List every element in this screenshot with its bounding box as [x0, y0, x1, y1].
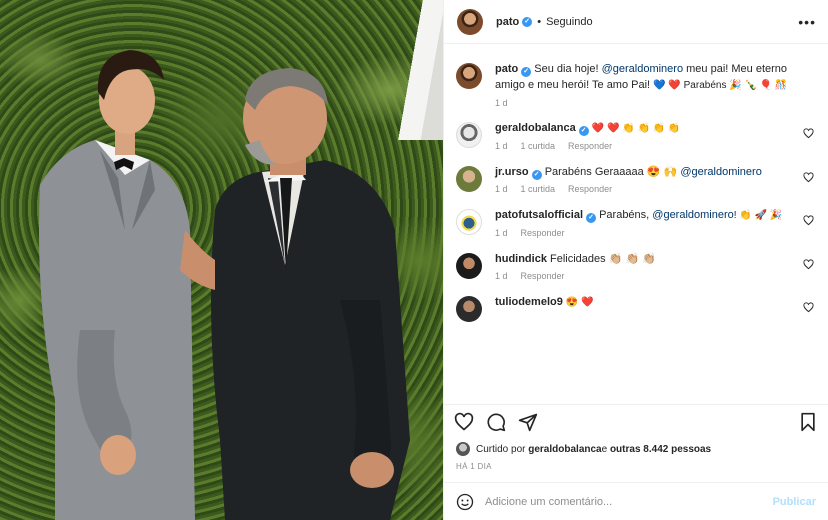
- comment-text: geraldobalanca ✓ ❤️ ❤️ 👏 👏 👏 👏: [495, 120, 798, 137]
- post-photo[interactable]: [0, 0, 443, 520]
- liked-by-prefix: Curtido por: [476, 443, 526, 455]
- caption-text: pato ✓ Seu dia hoje! @geraldominero meu p…: [495, 61, 798, 94]
- comment-text: jr.urso ✓ Parabéns Geraaaaa 😍 🙌 @geraldom…: [495, 164, 798, 180]
- photo-people: [39, 50, 410, 520]
- emoji-smiley-icon[interactable]: [456, 493, 474, 511]
- comment-time[interactable]: 1 d: [495, 228, 508, 238]
- comment-likes[interactable]: 1 curtida: [521, 141, 556, 151]
- verified-badge-icon: ✓: [586, 213, 597, 223]
- comment-row: jr.urso ✓ Parabéns Geraaaaa 😍 🙌 @geraldom…: [456, 164, 816, 194]
- comment-time[interactable]: 1 d: [495, 271, 508, 281]
- post-timestamp[interactable]: HÁ 1 DIA: [444, 460, 828, 482]
- comment-text: hudindick Felicidades 👏🏼 👏🏼 👏🏼: [495, 251, 798, 267]
- post-action-bar: [444, 404, 828, 438]
- verified-badge-icon: ✓: [521, 67, 532, 77]
- like-heart-icon[interactable]: [454, 412, 474, 432]
- liked-by-user[interactable]: geraldobalanca: [528, 444, 601, 455]
- comment-body-end: ! 👏 🚀 🎉: [733, 210, 783, 221]
- comment-body: Parabéns Geraaaaa 😍 🙌: [544, 166, 681, 178]
- save-bookmark-icon[interactable]: [798, 412, 818, 432]
- commenter-avatar[interactable]: [456, 296, 482, 322]
- verified-badge-icon: ✓: [522, 16, 533, 27]
- comment-username[interactable]: hudindick: [495, 253, 547, 265]
- caption-emojis: 💙 ❤️ Parabéns 🎉 🍾 🎈 🎊: [653, 80, 788, 91]
- comment-likes[interactable]: 1 curtida: [521, 184, 556, 194]
- comment-body: Felicidades 👏🏼 👏🏼 👏🏼: [550, 253, 656, 265]
- comment-row: tuliodemelo9 😍 ❤️: [456, 294, 816, 322]
- comment-reply-button[interactable]: Responder: [521, 228, 565, 238]
- comment-reply-button[interactable]: Responder: [568, 141, 612, 151]
- comment-row: geraldobalanca ✓ ❤️ ❤️ 👏 👏 👏 👏 1 d 1 curt…: [456, 120, 816, 151]
- comment-text: patofutsalofficial ✓ Parabéns, @geraldomi…: [495, 207, 798, 224]
- comment-bubble-icon[interactable]: [486, 412, 506, 432]
- like-comment-heart-icon[interactable]: [803, 128, 814, 139]
- caption-part-1: Seu dia hoje!: [534, 63, 602, 75]
- following-button[interactable]: Seguindo: [546, 16, 593, 28]
- author-username[interactable]: pato: [496, 16, 519, 28]
- liked-by-middle: e: [601, 443, 608, 455]
- comment-input[interactable]: Adicione um comentário...: [485, 496, 773, 508]
- add-comment-bar: Adicione um comentário... Publicar: [444, 482, 828, 520]
- author-avatar[interactable]: [457, 8, 483, 35]
- caption-row: pato ✓ Seu dia hoje! @geraldominero meu p…: [456, 61, 816, 108]
- verified-badge-icon: ✓: [531, 170, 542, 180]
- comment-body: 😍 ❤️: [565, 297, 594, 308]
- comments-list[interactable]: pato ✓ Seu dia hoje! @geraldominero meu p…: [444, 44, 828, 404]
- comment-mention-link[interactable]: @geraldominero: [680, 166, 762, 178]
- comment-reply-button[interactable]: Responder: [521, 271, 565, 281]
- share-paper-plane-icon[interactable]: [518, 412, 538, 432]
- more-options-icon[interactable]: •••: [798, 14, 816, 30]
- caption-time[interactable]: 1 d: [495, 98, 508, 108]
- publish-button[interactable]: Publicar: [773, 496, 816, 508]
- liked-by-others[interactable]: outras 8.442 pessoas: [610, 444, 711, 455]
- commenter-avatar[interactable]: [456, 253, 482, 279]
- liker-avatar[interactable]: [456, 442, 470, 456]
- comment-row: patofutsalofficial ✓ Parabéns, @geraldomi…: [456, 207, 816, 238]
- header-separator: •: [537, 15, 542, 28]
- comment-username[interactable]: jr.urso: [495, 166, 529, 178]
- like-comment-heart-icon[interactable]: [803, 172, 814, 183]
- comment-text: tuliodemelo9 😍 ❤️: [495, 294, 798, 311]
- liked-by-summary: Curtido por geraldobalanca e outras 8.44…: [444, 438, 828, 460]
- instagram-post-modal: pato ✓ • Seguindo ••• pato ✓ Seu dia hoje…: [0, 0, 828, 520]
- comment-time[interactable]: 1 d: [495, 184, 508, 194]
- caption-username[interactable]: pato: [495, 63, 518, 75]
- like-comment-heart-icon[interactable]: [803, 215, 814, 226]
- caption-author-avatar[interactable]: [456, 63, 482, 89]
- caption-mention-link[interactable]: @geraldominero: [602, 63, 684, 75]
- post-side-panel: pato ✓ • Seguindo ••• pato ✓ Seu dia hoje…: [443, 0, 828, 520]
- comment-reply-button[interactable]: Responder: [568, 184, 612, 194]
- comment-username[interactable]: tuliodemelo9: [495, 296, 563, 308]
- verified-badge-icon: ✓: [578, 126, 589, 136]
- comment-time[interactable]: 1 d: [495, 141, 508, 151]
- comment-mention-link[interactable]: @geraldominero: [652, 209, 734, 221]
- comment-body: Parabéns,: [599, 209, 653, 221]
- like-comment-heart-icon[interactable]: [803, 259, 814, 270]
- commenter-avatar[interactable]: [456, 166, 482, 192]
- commenter-avatar[interactable]: [456, 209, 482, 235]
- like-comment-heart-icon[interactable]: [803, 302, 814, 313]
- commenter-avatar[interactable]: [456, 122, 482, 148]
- comment-username[interactable]: patofutsalofficial: [495, 209, 583, 221]
- comment-body: ❤️ ❤️ 👏 👏 👏 👏: [591, 123, 681, 134]
- comment-row: hudindick Felicidades 👏🏼 👏🏼 👏🏼 1 d Respo…: [456, 251, 816, 281]
- post-header: pato ✓ • Seguindo •••: [444, 0, 828, 44]
- comment-username[interactable]: geraldobalanca: [495, 122, 576, 134]
